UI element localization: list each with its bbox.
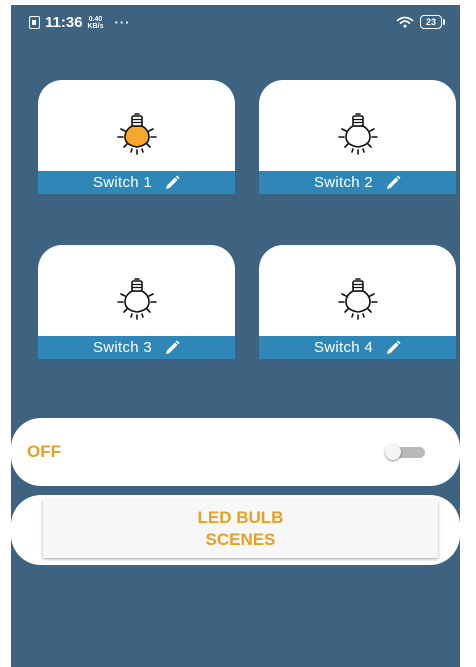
edit-pencil-icon[interactable] xyxy=(385,340,401,356)
scenes-row: LED BULB SCENES xyxy=(11,495,460,565)
master-switch-row: OFF xyxy=(11,418,460,486)
bulb-off-icon xyxy=(116,278,157,320)
bulb-off-icon xyxy=(337,278,378,320)
switch-card-4[interactable]: Switch 4 xyxy=(259,245,456,359)
switch-label-bar: Switch 4 xyxy=(259,336,456,359)
switch-label: Switch 1 xyxy=(92,174,153,191)
edit-pencil-icon[interactable] xyxy=(164,175,180,191)
switch-card-2[interactable]: Switch 2 xyxy=(259,80,456,194)
net-speed-value: 0.40 xyxy=(88,15,103,23)
status-time: 11:36 xyxy=(45,14,83,31)
led-bulb-scenes-button[interactable]: LED BULB SCENES xyxy=(43,500,438,558)
switch-label: Switch 3 xyxy=(92,339,153,356)
switch-label-bar: Switch 2 xyxy=(259,171,456,194)
switch-label-bar: Switch 1 xyxy=(38,171,235,194)
more-indicator: ··· xyxy=(114,15,131,30)
switch-card-1[interactable]: Switch 1 xyxy=(38,80,235,194)
sim-icon xyxy=(29,16,40,29)
net-speed-unit: KB/s xyxy=(87,22,104,30)
switch-label: Switch 4 xyxy=(313,339,374,356)
app-screen: 11:36 0.40 KB/s ··· 23 Switch 1 Switch 2… xyxy=(11,5,460,667)
edit-pencil-icon[interactable] xyxy=(164,340,180,356)
status-left: 11:36 0.40 KB/s ··· xyxy=(29,14,131,31)
scenes-button-line2: SCENES xyxy=(205,530,276,549)
switch-label: Switch 2 xyxy=(313,174,374,191)
wifi-icon xyxy=(396,16,414,28)
status-right: 23 xyxy=(396,15,446,29)
scenes-button-line1: LED BULB xyxy=(197,508,284,527)
net-speed: 0.40 KB/s xyxy=(88,16,104,30)
battery-icon: 23 xyxy=(419,15,446,29)
status-bar: 11:36 0.40 KB/s ··· 23 xyxy=(11,5,460,35)
master-state-label: OFF xyxy=(27,442,61,461)
bulb-on-icon xyxy=(116,113,157,155)
edit-pencil-icon[interactable] xyxy=(385,175,401,191)
switch-label-bar: Switch 3 xyxy=(38,336,235,359)
switch-card-3[interactable]: Switch 3 xyxy=(38,245,235,359)
bulb-off-icon xyxy=(337,113,378,155)
toggle-thumb xyxy=(385,444,401,460)
master-toggle-switch[interactable] xyxy=(385,444,427,460)
